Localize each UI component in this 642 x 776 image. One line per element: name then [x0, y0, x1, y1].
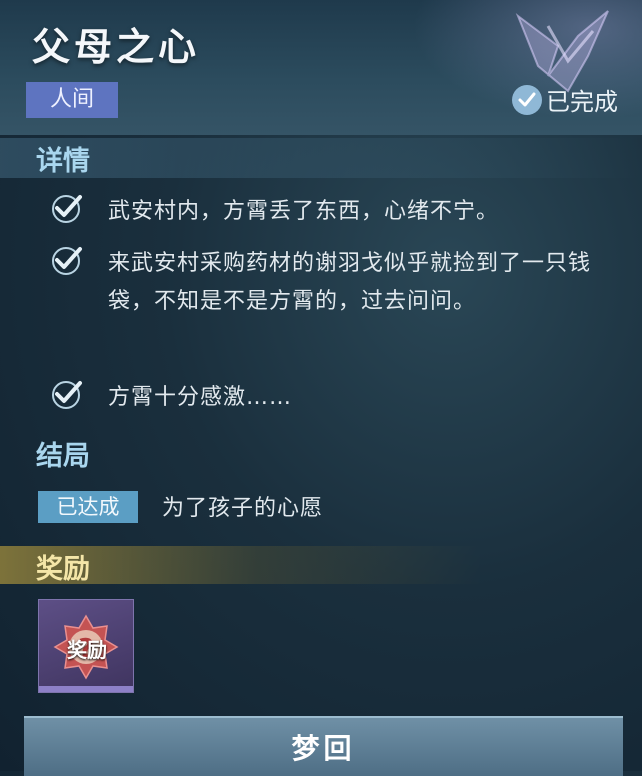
ending-badge: 已达成 [38, 491, 138, 523]
detail-item: 来武安村采购药材的谢羽戈似乎就捡到了一只钱袋，不知是不是方霄的，过去问问。 [48, 245, 628, 321]
reward-heading-band [0, 546, 642, 584]
check-circle-icon [512, 84, 542, 115]
details-heading-band [0, 138, 642, 178]
region-tag: 人间 [26, 82, 118, 118]
quest-title: 父母之心 [32, 24, 201, 69]
reward-item[interactable]: ? 奖励 [38, 599, 134, 693]
detail-text: 方霄十分感激…… [108, 385, 293, 410]
reward-heading: 奖励 [36, 554, 90, 585]
ending-heading: 结局 [36, 441, 90, 472]
detail-text: 武安村内，方霄丢了东西，心绪不宁。 [108, 199, 500, 224]
detail-item: 武安村内，方霄丢了东西，心绪不宁。 [48, 193, 628, 231]
reward-item-label: 奖励 [67, 638, 107, 662]
dream-button[interactable]: 梦回 [24, 716, 623, 776]
check-icon [52, 247, 82, 275]
check-icon [52, 381, 82, 409]
check-icon [52, 195, 82, 223]
status-label: 已完成 [546, 88, 618, 116]
ending-text: 为了孩子的心愿 [162, 496, 324, 521]
detail-item: 方霄十分感激…… [48, 379, 628, 417]
detail-text: 来武安村采购药材的谢羽戈似乎就捡到了一只钱袋，不知是不是方霄的，过去问问。 [108, 251, 592, 314]
details-heading: 详情 [36, 146, 90, 177]
dream-button-label: 梦回 [291, 732, 356, 765]
reward-item-rarity-bar [39, 686, 133, 692]
status-badge: 已完成 [512, 82, 618, 117]
